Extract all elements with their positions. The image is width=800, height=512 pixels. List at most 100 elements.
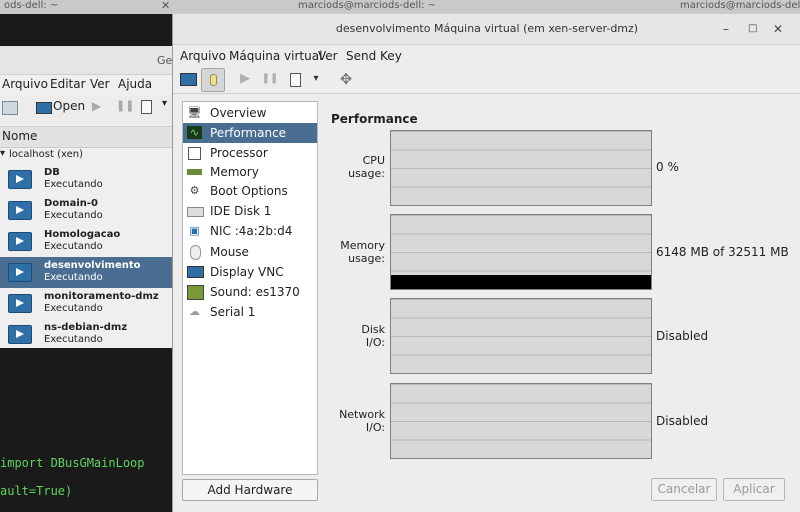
memory-usage-graph bbox=[390, 214, 652, 290]
vm-state: Executando bbox=[44, 303, 103, 314]
pause-icon[interactable]: ❚❚ bbox=[261, 71, 279, 87]
hardware-item-processor[interactable]: Processor bbox=[183, 143, 317, 163]
hardware-item-nic[interactable]: ▣ NIC :4a:2b:d4 bbox=[183, 221, 317, 241]
sound-icon bbox=[187, 285, 204, 300]
disk-icon bbox=[187, 207, 204, 217]
vm-running-icon bbox=[8, 201, 32, 220]
vm-details-window: desenvolvimento Máquina virtual (em xen-… bbox=[172, 14, 800, 512]
hardware-item-label: Overview bbox=[210, 106, 267, 120]
label-line: usage: bbox=[348, 252, 385, 265]
vm-row-monitoramento-dmz[interactable]: monitoramento-dmz Executando bbox=[0, 288, 175, 319]
vm-state: Executando bbox=[44, 272, 103, 283]
hardware-list: 🖥 Overview ∿ Performance Processor Memor… bbox=[182, 101, 318, 475]
vm-running-icon bbox=[8, 263, 32, 282]
hardware-item-label: Processor bbox=[210, 146, 268, 160]
vm-name: Domain-0 bbox=[44, 198, 98, 209]
vm-row-desenvolvimento[interactable]: desenvolvimento Executando bbox=[0, 257, 175, 288]
hardware-item-serial[interactable]: ☁ Serial 1 bbox=[183, 302, 317, 322]
vm-name: Homologacao bbox=[44, 229, 121, 240]
virt-manager-window: Ge Arquivo Editar Ver Ajuda Open ▶ ❚❚ ▾ … bbox=[0, 46, 175, 348]
hardware-item-ide-disk[interactable]: IDE Disk 1 bbox=[183, 201, 317, 221]
gear-icon: ⚙ bbox=[189, 184, 200, 197]
fullscreen-icon[interactable]: ✥ bbox=[337, 71, 355, 87]
shutdown-icon[interactable] bbox=[290, 73, 301, 87]
vm-state: Executando bbox=[44, 210, 103, 221]
menu-ver[interactable]: Ver bbox=[90, 77, 110, 91]
network-icon: ▣ bbox=[189, 224, 200, 237]
details-toggle[interactable] bbox=[201, 68, 225, 92]
minimize-icon[interactable]: – bbox=[723, 14, 729, 44]
menu-arquivo[interactable]: Arquivo bbox=[2, 77, 48, 91]
close-icon[interactable]: ✕ bbox=[161, 0, 170, 12]
maximize-icon[interactable]: □ bbox=[748, 14, 757, 44]
chevron-down-icon[interactable]: ▾ bbox=[162, 98, 167, 109]
column-header-nome[interactable]: Nome bbox=[2, 129, 37, 143]
hardware-item-label: Boot Options bbox=[210, 184, 288, 198]
menu-bar: Arquivo Máquina virtual Ver Send Key bbox=[173, 45, 800, 67]
vm-running-icon bbox=[8, 325, 32, 344]
hardware-item-sound[interactable]: Sound: es1370 bbox=[183, 282, 317, 302]
label-line: I/O: bbox=[365, 336, 385, 349]
console-icon[interactable] bbox=[180, 73, 197, 86]
mouse-icon bbox=[190, 245, 201, 260]
menu-ajuda[interactable]: Ajuda bbox=[118, 77, 152, 91]
network-io-value: Disabled bbox=[656, 414, 709, 428]
vm-running-icon bbox=[8, 170, 32, 189]
disk-io-value: Disabled bbox=[656, 329, 709, 343]
hardware-item-memory[interactable]: Memory bbox=[183, 162, 317, 182]
lightbulb-icon bbox=[210, 74, 217, 86]
pause-icon[interactable]: ❚❚ bbox=[116, 99, 134, 112]
hardware-item-performance[interactable]: ∿ Performance bbox=[183, 123, 317, 143]
terminal-line: ault=True) bbox=[0, 484, 73, 498]
terminal-tab[interactable]: marciods@marciods-dell: ~ bbox=[298, 0, 448, 14]
cpu-usage-graph bbox=[390, 130, 652, 206]
hardware-item-label: Memory bbox=[210, 165, 259, 179]
monitor-icon: 🖥 bbox=[187, 106, 202, 119]
cancel-button[interactable]: Cancelar bbox=[651, 478, 717, 501]
hardware-item-label: Sound: es1370 bbox=[210, 285, 300, 299]
vm-state: Executando bbox=[44, 179, 103, 190]
menu-send-key[interactable]: Send Key bbox=[346, 49, 402, 63]
terminal-tab[interactable]: marciods@marciods-dell: ~ bbox=[680, 0, 800, 14]
add-hardware-button[interactable]: Add Hardware bbox=[182, 479, 318, 501]
window-title: desenvolvimento Máquina virtual (em xen-… bbox=[335, 22, 639, 35]
hardware-item-boot-options[interactable]: ⚙ Boot Options bbox=[183, 181, 317, 201]
hardware-item-display-vnc[interactable]: Display VNC bbox=[183, 262, 317, 282]
hardware-item-label: Serial 1 bbox=[210, 305, 256, 319]
apply-button[interactable]: Aplicar bbox=[723, 478, 785, 501]
section-title: Performance bbox=[331, 112, 418, 126]
terminal-tab-strip: ods-dell: ~ ✕ marciods@marciods-dell: ~ … bbox=[0, 0, 800, 15]
play-icon[interactable]: ▶ bbox=[236, 71, 254, 87]
vm-running-icon bbox=[8, 232, 32, 251]
menu-maquina-virtual[interactable]: Máquina virtual bbox=[229, 49, 322, 63]
shutdown-icon[interactable] bbox=[141, 100, 152, 114]
vm-row-homologacao[interactable]: Homologacao Executando bbox=[0, 226, 175, 257]
menu-editar[interactable]: Editar bbox=[50, 77, 86, 91]
terminal-tab[interactable]: ods-dell: ~ bbox=[4, 0, 104, 14]
vm-row-ns-debian-dmz[interactable]: ns-debian-dmz Executando bbox=[0, 319, 175, 350]
play-icon[interactable]: ▶ bbox=[92, 99, 101, 113]
display-icon bbox=[187, 266, 204, 278]
vm-row-db[interactable]: DB Executando bbox=[0, 164, 175, 195]
close-icon[interactable]: ✕ bbox=[773, 14, 783, 44]
network-io-label: Network I/O: bbox=[315, 408, 385, 434]
vm-name: ns-debian-dmz bbox=[44, 322, 128, 333]
column-header[interactable]: Nome bbox=[0, 126, 175, 148]
monitor-icon bbox=[36, 102, 52, 114]
chevron-down-icon[interactable]: ▾ bbox=[307, 71, 325, 87]
vm-row-domain-0[interactable]: Domain-0 Executando bbox=[0, 195, 175, 226]
new-vm-icon[interactable] bbox=[2, 101, 18, 115]
menu-ver[interactable]: Ver bbox=[318, 49, 338, 63]
memory-usage-fill bbox=[391, 274, 651, 289]
hardware-item-overview[interactable]: 🖥 Overview bbox=[183, 103, 317, 123]
menu-arquivo[interactable]: Arquivo bbox=[180, 49, 226, 63]
label-line: Memory bbox=[340, 239, 385, 252]
disk-io-label: Disk I/O: bbox=[315, 323, 385, 349]
memory-usage-value: 6148 MB of 32511 MB bbox=[656, 245, 789, 259]
open-button[interactable]: Open bbox=[53, 99, 85, 113]
serial-icon: ☁ bbox=[189, 305, 200, 318]
disk-io-graph bbox=[390, 298, 652, 374]
hardware-item-mouse[interactable]: Mouse bbox=[183, 242, 317, 262]
dialog-toolbar: ▶ ❚❚ ▾ ✥ bbox=[173, 67, 800, 94]
expander-icon[interactable]: ▾ bbox=[0, 148, 5, 159]
